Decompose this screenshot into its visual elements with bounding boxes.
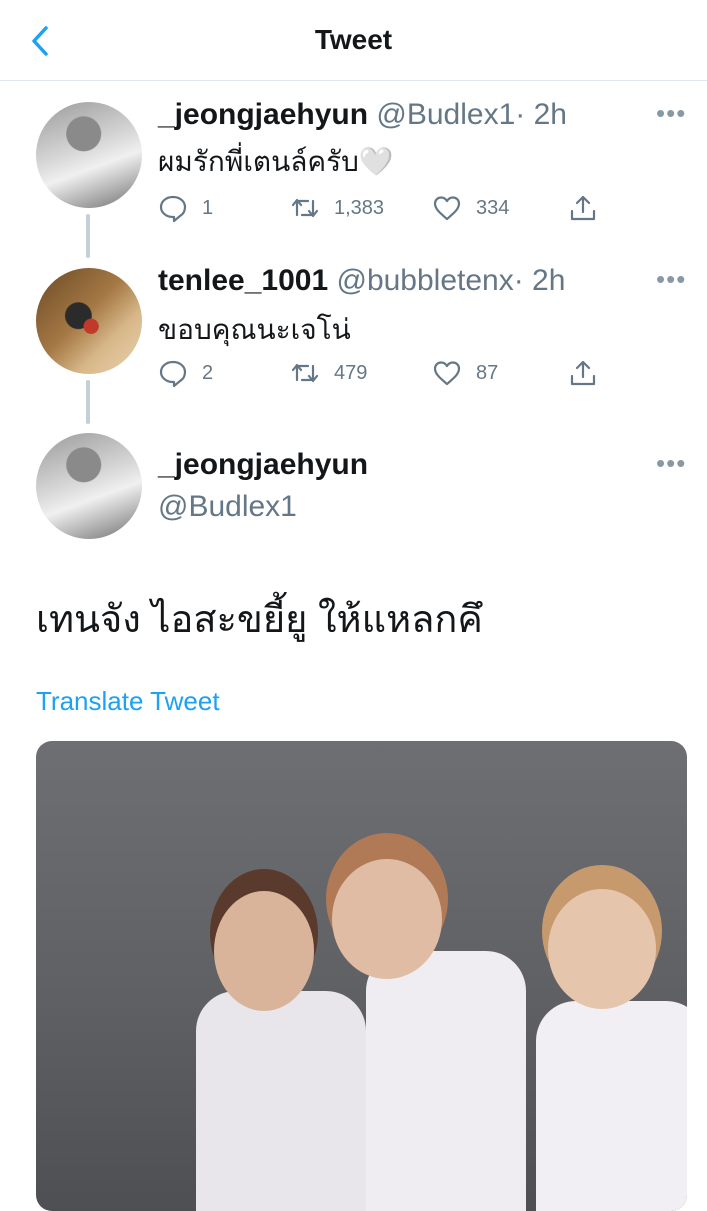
- avatar[interactable]: [36, 433, 142, 539]
- media-figure-head: [548, 889, 656, 1009]
- tweet-text: ผมรักพี่เตนล์ครับ🤍: [158, 146, 394, 177]
- user-handle[interactable]: @bubbletenx: [336, 264, 513, 297]
- retweet-count: 1,383: [334, 196, 385, 219]
- tweet-text: เทนจัง ไอสะขยี้ยู ให้แหลกคึ: [36, 599, 483, 641]
- display-name[interactable]: tenlee_1001: [158, 264, 328, 297]
- media-figure: [196, 991, 366, 1211]
- retweet-icon: [291, 363, 319, 383]
- more-icon[interactable]: •••: [656, 264, 686, 295]
- heart-icon: [433, 196, 461, 221]
- display-name[interactable]: _jeongjaehyun: [158, 98, 368, 131]
- user-handle[interactable]: @Budlex1: [158, 490, 297, 524]
- tweet-text: ขอบคุณนะเจโน่: [158, 314, 351, 345]
- timestamp: · 2h: [515, 98, 567, 131]
- retweet-icon: [291, 198, 319, 218]
- page-title: Tweet: [314, 24, 393, 55]
- share-button[interactable]: [568, 190, 612, 226]
- share-button[interactable]: [568, 355, 612, 391]
- tweet-header: _jeongjaehyun @Budlex1· 2h: [158, 98, 567, 132]
- display-name[interactable]: _jeongjaehyun: [158, 448, 368, 482]
- reply-icon: [159, 360, 187, 388]
- tweet-actions: 2 479 87: [158, 355, 618, 391]
- avatar[interactable]: [36, 102, 142, 208]
- reply-button[interactable]: 1: [158, 190, 213, 226]
- like-count: 334: [476, 196, 510, 219]
- retweet-button[interactable]: 479: [290, 355, 367, 391]
- user-handle[interactable]: @Budlex1: [376, 98, 515, 131]
- timestamp: · 2h: [513, 264, 566, 297]
- tweet-media-image[interactable]: [36, 741, 687, 1211]
- like-button[interactable]: 334: [432, 190, 509, 226]
- thread-connector: [86, 214, 90, 258]
- tweet-header: tenlee_1001 @bubbletenx· 2h: [158, 264, 565, 298]
- like-button[interactable]: 87: [432, 355, 498, 391]
- retweet-button[interactable]: 1,383: [290, 190, 384, 226]
- tweet-actions: 1 1,383 334: [158, 190, 618, 226]
- reply-count: 1: [202, 196, 214, 219]
- media-figure: [536, 1001, 687, 1211]
- media-figure: [366, 951, 526, 1211]
- media-figure-head: [214, 891, 314, 1011]
- share-icon: [570, 195, 596, 221]
- more-icon[interactable]: •••: [656, 448, 686, 479]
- media-figure-head: [332, 859, 442, 979]
- thread-connector: [86, 380, 90, 424]
- translate-tweet-link[interactable]: Translate Tweet: [36, 686, 220, 717]
- share-icon: [570, 360, 596, 386]
- reply-count: 2: [202, 361, 214, 384]
- retweet-count: 479: [334, 361, 368, 384]
- reply-button[interactable]: 2: [158, 355, 213, 391]
- reply-icon: [159, 195, 187, 223]
- more-icon[interactable]: •••: [656, 98, 686, 129]
- like-count: 87: [476, 361, 499, 384]
- top-bar: Tweet: [0, 0, 707, 81]
- avatar[interactable]: [36, 268, 142, 374]
- heart-icon: [433, 361, 461, 386]
